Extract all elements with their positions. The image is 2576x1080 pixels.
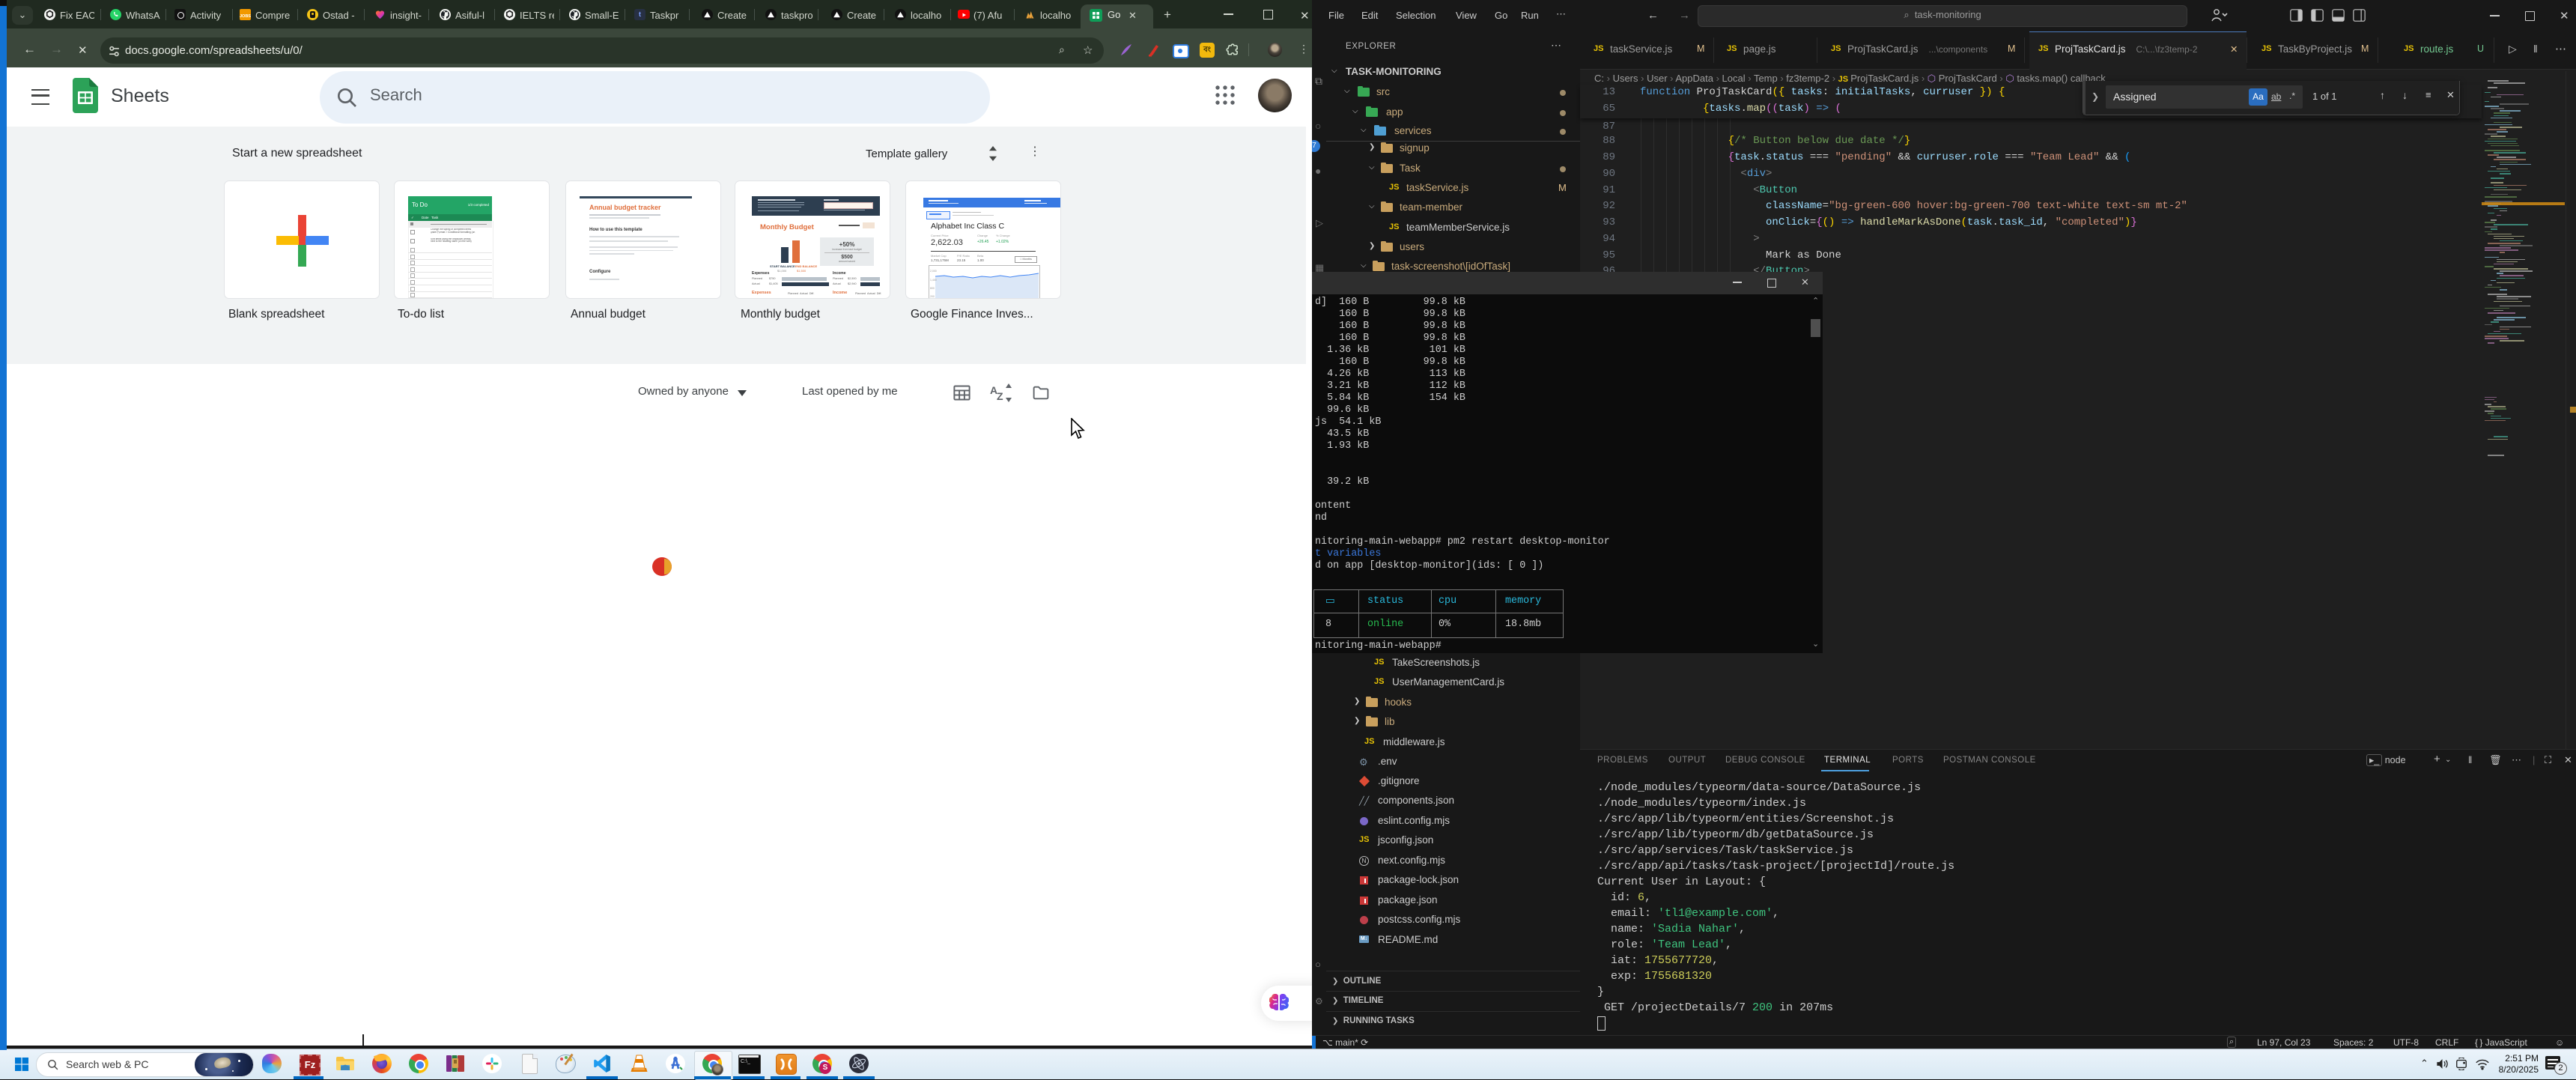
svg-text:200: 200 bbox=[930, 295, 935, 298]
svg-text:1,400: 1,400 bbox=[930, 279, 937, 282]
svg-text:2,000: 2,000 bbox=[930, 270, 937, 273]
svg-text:800: 800 bbox=[930, 287, 935, 290]
